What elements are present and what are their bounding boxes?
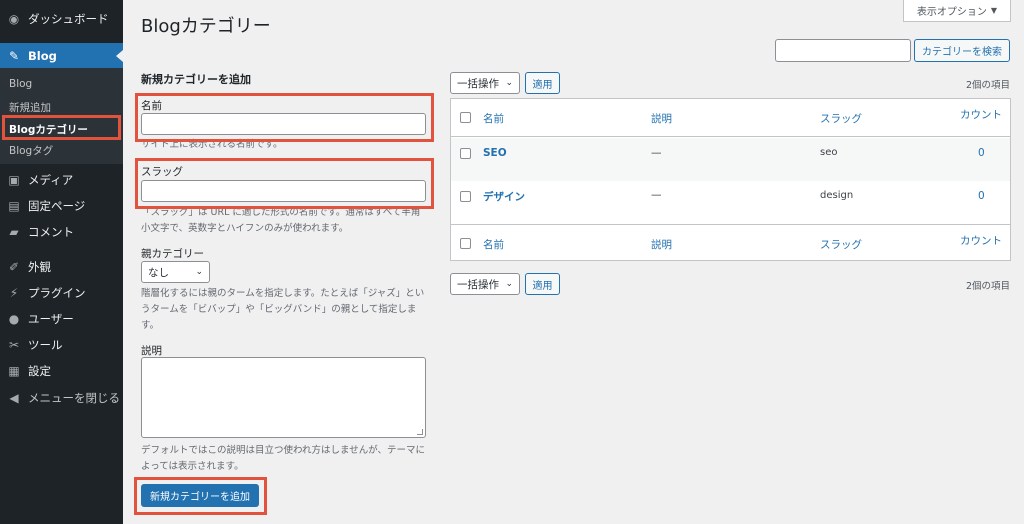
menu-appearance[interactable]: ✐ 外観 [0,254,123,280]
select-all-checkbox-bottom[interactable] [460,238,471,249]
menu-label: ダッシュボード [28,12,109,26]
bulk-action-label: 一括操作 [457,278,499,291]
parent-label: 親カテゴリー [141,248,204,260]
menu-collapse[interactable]: ◀ メニューを閉じる [0,385,123,411]
settings-icon: ▦ [8,364,20,378]
search-input[interactable] [775,39,911,62]
column-name[interactable]: 名前 [483,237,504,252]
tool-icon: ✂ [8,338,20,352]
menu-label: メニューを閉じる [28,391,120,405]
bulk-action-select-bottom[interactable]: 一括操作 ⌄ [450,273,520,295]
menu-label: ツール [28,338,63,352]
page-icon: ▤ [8,199,20,213]
resize-grip-icon[interactable] [417,429,423,435]
menu-label: 設定 [28,364,51,378]
item-count-bottom: 2個の項目 [965,281,1010,292]
column-name[interactable]: 名前 [483,111,504,126]
category-name-link[interactable]: SEO [483,147,507,159]
menu-blog[interactable]: ✎ Blog [0,43,123,69]
categories-table: 名前 説明 スラッグ カウント SEO — seo 0 デザイン — desig… [450,98,1011,261]
chevron-down-icon: ⌄ [505,78,513,88]
table-row: デザイン — design 0 [451,181,1010,224]
description-textarea[interactable] [141,357,426,438]
chevron-down-icon: ⌄ [505,279,513,289]
bulk-action-select-top[interactable]: 一括操作 ⌄ [450,72,520,94]
menu-label: ユーザー [28,312,74,326]
table-footer: 名前 説明 スラッグ カウント [451,224,1010,260]
screen-options-button[interactable]: 表示オプション ▼ [903,0,1011,22]
column-slug[interactable]: スラッグ [820,237,862,252]
pin-icon: ✎ [8,49,20,63]
parent-select[interactable]: なし ⌄ [141,261,210,283]
slug-description: 「スラッグ」は URL に適した形式の名前です。通常はすべて半角小文字で、英数字… [141,207,421,234]
media-icon: ▣ [8,173,20,187]
parent-description: 階層化するには親のタームを指定します。たとえば「ジャズ」というタームを「ビバップ… [141,288,425,331]
table-row: SEO — seo 0 [451,138,1010,181]
description-label: 説明 [141,345,162,357]
highlight-frame [135,158,434,209]
submenu-add-new[interactable]: 新規追加 [9,100,51,115]
dashboard-icon: ◉ [8,12,20,26]
bulk-action-label: 一括操作 [457,77,499,90]
menu-label: コメント [28,225,74,239]
highlight-frame [134,477,267,515]
category-count-link[interactable]: 0 [978,147,985,159]
menu-pages[interactable]: ▤ 固定ページ [0,193,123,219]
row-checkbox[interactable] [460,191,471,202]
page-title: Blogカテゴリー [141,16,271,37]
apply-button-bottom[interactable]: 適用 [525,273,560,295]
category-name-link[interactable]: デザイン [483,189,525,204]
item-count-top: 2個の項目 [965,80,1010,91]
column-count[interactable]: カウント [960,107,1002,122]
category-description: — [651,189,662,201]
collapse-icon: ◀ [9,391,19,405]
row-checkbox[interactable] [460,148,471,159]
chevron-down-icon: ⌄ [195,267,203,277]
highlight-frame [135,93,434,142]
select-all-checkbox[interactable] [460,112,471,123]
menu-label: 固定ページ [28,199,86,213]
menu-label: プラグイン [28,286,86,300]
menu-plugins[interactable]: ⚡ プラグイン [0,280,123,306]
table-header: 名前 説明 スラッグ カウント [451,99,1010,137]
screen-options-label: 表示オプション [916,7,987,18]
appearance-icon: ✐ [8,260,20,274]
parent-select-value: なし [148,266,169,279]
description-help: デフォルトではこの説明は目立つ使われ方はしませんが、テーマによっては表示されます… [141,445,426,472]
menu-users[interactable]: ● ユーザー [0,306,123,332]
admin-sidebar: ◉ ダッシュボード ✎ Blog Blog 新規追加 Blogカテゴリー Blo… [0,0,123,524]
category-count-link[interactable]: 0 [978,190,985,202]
category-slug: seo [820,147,838,158]
column-slug[interactable]: スラッグ [820,111,862,126]
menu-media[interactable]: ▣ メディア [0,167,123,193]
highlight-frame [2,115,121,140]
plugin-icon: ⚡ [9,286,19,300]
comment-icon: ▰ [9,225,19,239]
column-description: 説明 [651,239,672,251]
menu-label: メディア [28,173,74,187]
menu-comments[interactable]: ▰ コメント [0,219,123,245]
caret-down-icon: ▼ [990,6,998,15]
submenu-blog[interactable]: Blog [9,78,32,90]
submenu-blog-tag[interactable]: Blogタグ [9,143,53,158]
apply-button-top[interactable]: 適用 [525,72,560,94]
menu-label: 外観 [28,260,51,274]
column-count[interactable]: カウント [960,233,1002,248]
menu-label: Blog [28,49,57,63]
column-description: 説明 [651,113,672,125]
form-heading: 新規カテゴリーを追加 [141,73,251,86]
menu-tools[interactable]: ✂ ツール [0,332,123,358]
menu-dashboard[interactable]: ◉ ダッシュボード [0,6,123,32]
category-slug: design [820,190,854,201]
user-icon: ● [8,312,20,326]
category-description: — [651,147,662,159]
menu-settings[interactable]: ▦ 設定 [0,358,123,384]
search-categories-button[interactable]: カテゴリーを検索 [914,39,1010,62]
